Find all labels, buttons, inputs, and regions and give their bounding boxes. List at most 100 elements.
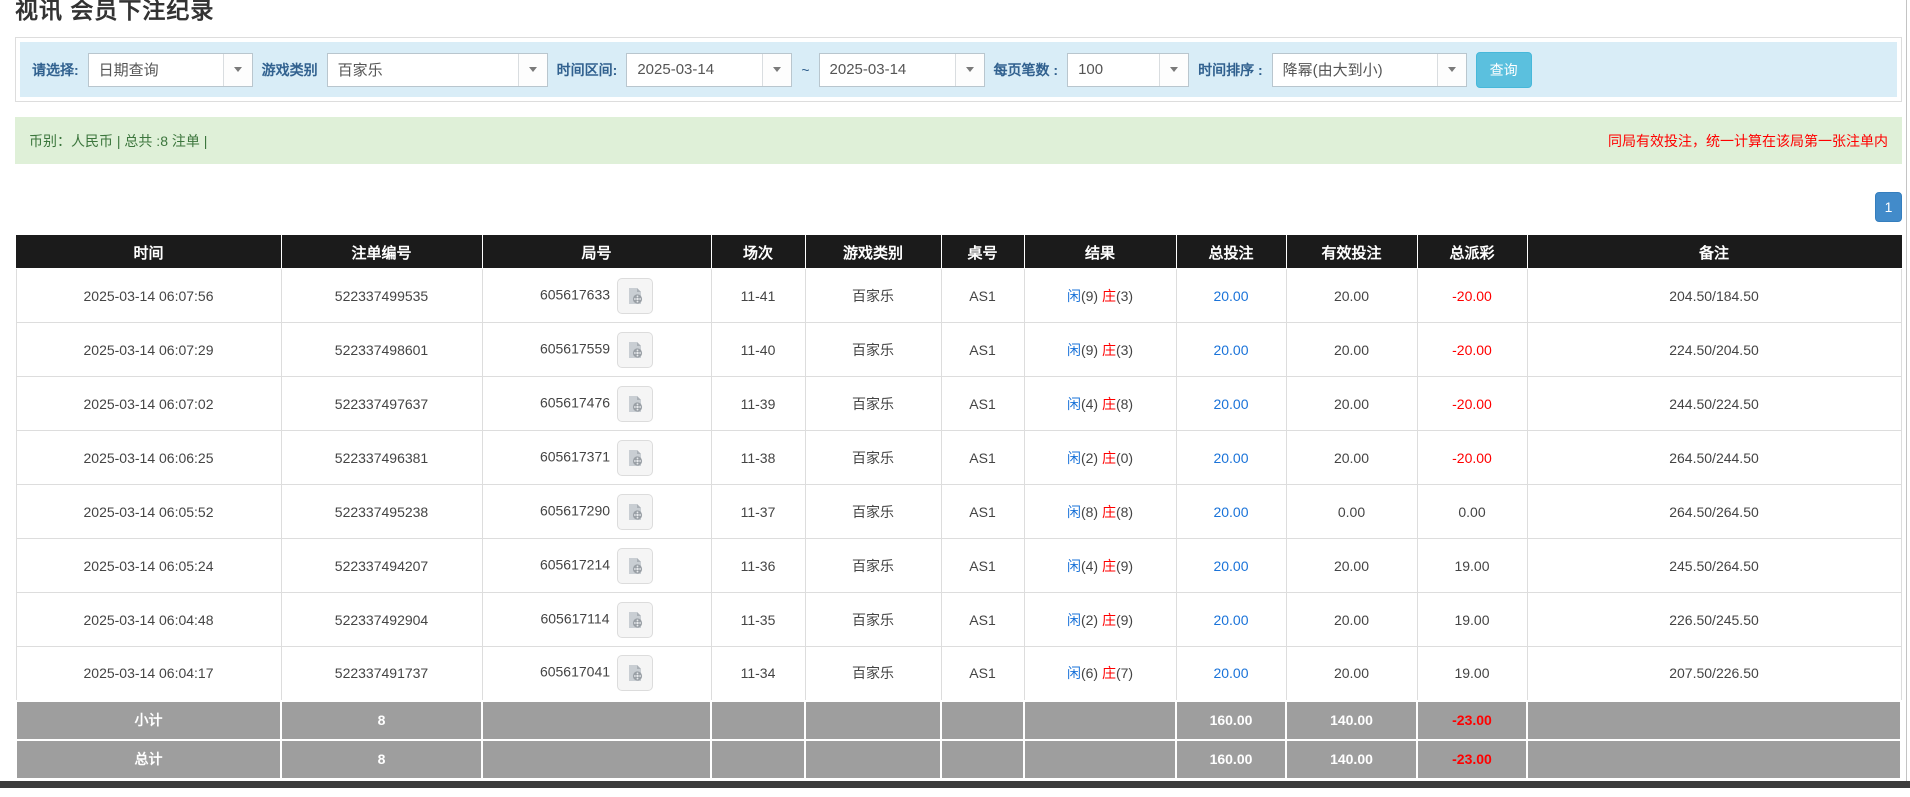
summary-bar: 币别：人民币 | 总共 :8 注单 | 同局有效投注，统一计算在该局第一张注单内: [15, 117, 1902, 164]
table-row: 2025-03-14 06:04:48522337492904605617114…: [16, 593, 1901, 647]
empty-cell: [941, 701, 1024, 740]
page-size-select[interactable]: 100: [1067, 53, 1189, 87]
total-bet-link[interactable]: 20.00: [1213, 665, 1248, 681]
table-row: 2025-03-14 06:06:25522337496381605617371…: [16, 431, 1901, 485]
cell-result: 闲(6) 庄(7): [1024, 647, 1176, 701]
cell-game: 百家乐: [805, 269, 941, 323]
cell-remark: 245.50/264.50: [1527, 539, 1901, 593]
cell-valid-bet: 20.00: [1286, 647, 1417, 701]
query-type-select[interactable]: 日期查询: [88, 53, 253, 87]
video-replay-button[interactable]: [617, 602, 653, 638]
game-category-label: 游戏类别: [262, 60, 318, 80]
date-to-input[interactable]: 2025-03-14: [819, 53, 985, 87]
video-replay-button[interactable]: [617, 386, 653, 422]
cell-remark: 264.50/244.50: [1527, 431, 1901, 485]
cell-result: 闲(2) 庄(9): [1024, 593, 1176, 647]
video-icon: [625, 663, 645, 683]
chevron-down-icon[interactable]: [1437, 54, 1466, 86]
result-player: 闲: [1067, 288, 1081, 304]
cell-round-no: 605617114: [482, 593, 711, 647]
result-player-score: (4): [1081, 396, 1102, 412]
cell-game: 百家乐: [805, 593, 941, 647]
result-player: 闲: [1067, 396, 1081, 412]
total-bet-link[interactable]: 20.00: [1213, 288, 1248, 304]
empty-cell: [805, 701, 941, 740]
video-replay-button[interactable]: [617, 655, 653, 691]
cell-bet-no: 522337499535: [281, 269, 482, 323]
game-category-select[interactable]: 百家乐: [327, 53, 548, 87]
cell-round-no: 605617559: [482, 323, 711, 377]
cell-round-no: 605617041: [482, 647, 711, 701]
cell-remark: 244.50/224.50: [1527, 377, 1901, 431]
cell-session: 11-35: [711, 593, 805, 647]
total-bet-link[interactable]: 20.00: [1213, 558, 1248, 574]
cell-table-no: AS1: [941, 323, 1024, 377]
cell-payout: 0.00: [1417, 485, 1527, 539]
cell-table-no: AS1: [941, 539, 1024, 593]
time-sort-value: 降幂(由大到小): [1273, 54, 1437, 86]
cell-game: 百家乐: [805, 377, 941, 431]
cell-bet-no: 522337495238: [281, 485, 482, 539]
video-replay-button[interactable]: [617, 548, 653, 584]
table-body: 2025-03-14 06:07:56522337499535605617633…: [16, 269, 1901, 701]
total-bet-link[interactable]: 20.00: [1213, 396, 1248, 412]
total-row-label: 总计: [16, 740, 281, 779]
cell-bet-no: 522337494207: [281, 539, 482, 593]
round-no-text: 605617214: [540, 556, 610, 572]
cell-remark: 224.50/204.50: [1527, 323, 1901, 377]
cell-game: 百家乐: [805, 323, 941, 377]
video-replay-button[interactable]: [617, 440, 653, 476]
cell-remark: 226.50/245.50: [1527, 593, 1901, 647]
result-banker-score: (7): [1116, 665, 1133, 681]
chevron-down-icon[interactable]: [955, 54, 984, 86]
time-sort-select[interactable]: 降幂(由大到小): [1272, 53, 1467, 87]
date-from-input[interactable]: 2025-03-14: [626, 53, 792, 87]
cell-table-no: AS1: [941, 377, 1024, 431]
cell-game: 百家乐: [805, 647, 941, 701]
total-bet-link[interactable]: 20.00: [1213, 342, 1248, 358]
cell-total-bet: 20.00: [1176, 647, 1286, 701]
chevron-down-icon[interactable]: [518, 54, 547, 86]
cell-session: 11-37: [711, 485, 805, 539]
video-replay-button[interactable]: [617, 278, 653, 314]
video-replay-button[interactable]: [617, 494, 653, 530]
subtotal-row-count: 8: [281, 701, 482, 740]
subtotal-row-payout: -23.00: [1417, 701, 1527, 740]
cell-bet-no: 522337497637: [281, 377, 482, 431]
total-bet-link[interactable]: 20.00: [1213, 450, 1248, 466]
total-bet-link[interactable]: 20.00: [1213, 612, 1248, 628]
cell-payout: -20.00: [1417, 269, 1527, 323]
table-header: 时间注单编号局号场次游戏类别桌号结果总投注有效投注总派彩备注: [16, 236, 1901, 269]
result-player-score: (9): [1081, 342, 1102, 358]
cell-session: 11-39: [711, 377, 805, 431]
video-replay-button[interactable]: [617, 332, 653, 368]
cell-session: 11-36: [711, 539, 805, 593]
result-banker: 庄: [1102, 504, 1116, 520]
cell-session: 11-40: [711, 323, 805, 377]
query-button[interactable]: 查询: [1476, 52, 1532, 88]
cell-table-no: AS1: [941, 485, 1024, 539]
page-1-button[interactable]: 1: [1875, 192, 1902, 222]
cell-round-no: 605617290: [482, 485, 711, 539]
cell-bet-no: 522337498601: [281, 323, 482, 377]
chevron-down-icon[interactable]: [762, 54, 791, 86]
column-header: 有效投注: [1286, 236, 1417, 269]
cell-session: 11-38: [711, 431, 805, 485]
cell-total-bet: 20.00: [1176, 431, 1286, 485]
empty-cell: [1527, 701, 1901, 740]
chevron-down-icon[interactable]: [223, 54, 252, 86]
query-type-value: 日期查询: [89, 54, 223, 86]
cell-time: 2025-03-14 06:07:02: [16, 377, 281, 431]
round-no-text: 605617476: [540, 394, 610, 410]
chevron-down-icon[interactable]: [1159, 54, 1188, 86]
table-row: 2025-03-14 06:07:29522337498601605617559…: [16, 323, 1901, 377]
cell-result: 闲(4) 庄(9): [1024, 539, 1176, 593]
total-row-valid-bet: 140.00: [1286, 740, 1417, 779]
total-row-total-bet: 160.00: [1176, 740, 1286, 779]
cell-payout: 19.00: [1417, 593, 1527, 647]
table-row: 2025-03-14 06:05:24522337494207605617214…: [16, 539, 1901, 593]
total-bet-link[interactable]: 20.00: [1213, 504, 1248, 520]
cell-valid-bet: 20.00: [1286, 323, 1417, 377]
round-no-text: 605617371: [540, 448, 610, 464]
cell-round-no: 605617371: [482, 431, 711, 485]
